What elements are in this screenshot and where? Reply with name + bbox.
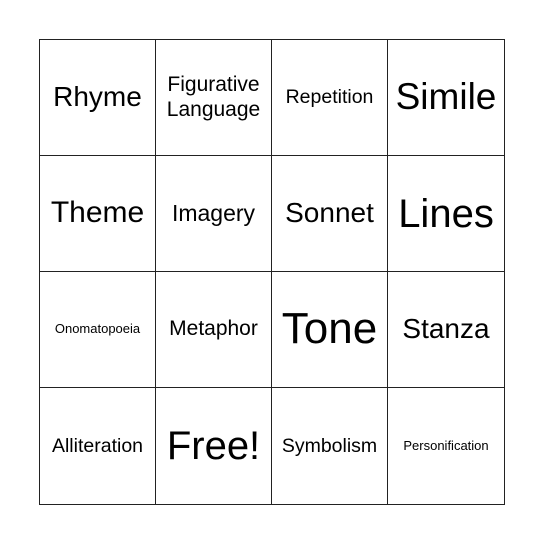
bingo-cell[interactable]: Repetition bbox=[272, 40, 388, 156]
bingo-cell[interactable]: Figurative Language bbox=[156, 40, 272, 156]
bingo-cell[interactable]: Onomatopoeia bbox=[40, 272, 156, 388]
bingo-cell[interactable]: Sonnet bbox=[272, 156, 388, 272]
bingo-cell[interactable]: Personification bbox=[388, 388, 504, 504]
bingo-cell[interactable]: Imagery bbox=[156, 156, 272, 272]
bingo-cell[interactable]: Theme bbox=[40, 156, 156, 272]
bingo-cell[interactable]: Alliteration bbox=[40, 388, 156, 504]
bingo-card: Rhyme Figurative Language Repetition Sim… bbox=[39, 39, 505, 505]
bingo-cell[interactable]: Rhyme bbox=[40, 40, 156, 156]
bingo-cell[interactable]: Stanza bbox=[388, 272, 504, 388]
bingo-cell[interactable]: Lines bbox=[388, 156, 504, 272]
bingo-cell[interactable]: Symbolism bbox=[272, 388, 388, 504]
bingo-cell[interactable]: Metaphor bbox=[156, 272, 272, 388]
bingo-cell[interactable]: Simile bbox=[388, 40, 504, 156]
bingo-cell[interactable]: Tone bbox=[272, 272, 388, 388]
free-space-cell[interactable]: Free! bbox=[156, 388, 272, 504]
